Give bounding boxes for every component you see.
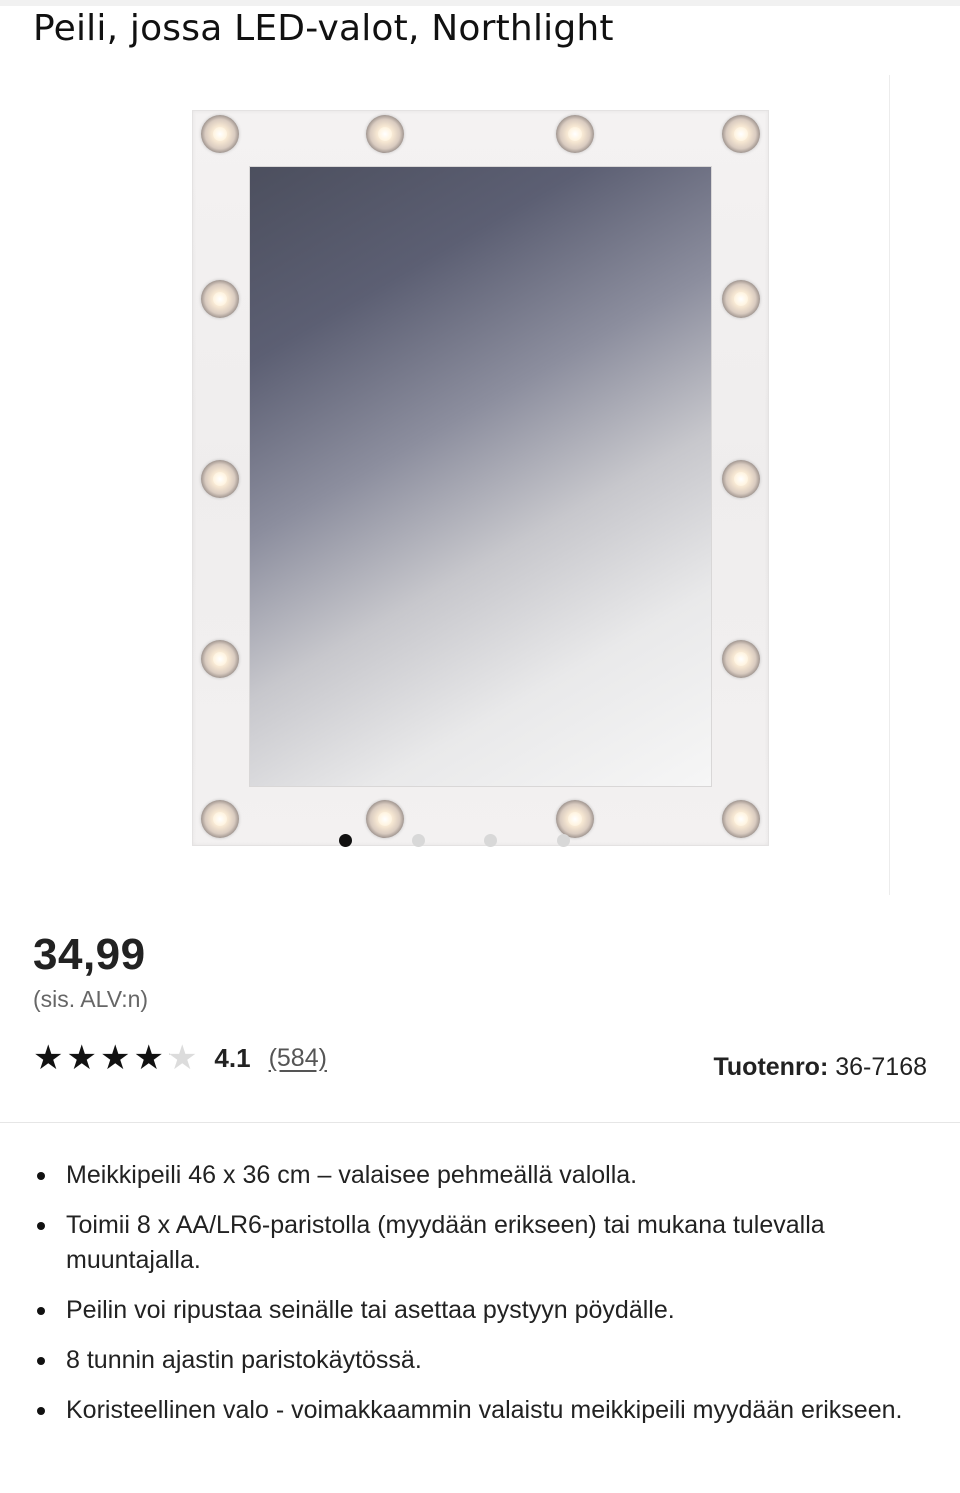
top-strip xyxy=(0,0,960,6)
rating: ★ ★ ★ ★ ★★ 4.1 (584) xyxy=(33,1040,327,1076)
star-filled-icon: ★ xyxy=(99,1038,131,1078)
list-item: Meikkipeili 46 x 36 cm – valaisee pehmeä… xyxy=(33,1158,913,1193)
list-item: Peilin voi ripustaa seinälle tai asettaa… xyxy=(33,1293,913,1328)
star-filled-icon: ★ xyxy=(133,1038,164,1078)
bulb xyxy=(201,800,239,838)
product-price: 34,99 xyxy=(33,930,146,979)
bulb xyxy=(722,800,760,838)
product-number-label: Tuotenro: xyxy=(713,1053,829,1081)
product-title: Peili, jossa LED-valot, Northlight xyxy=(33,8,614,49)
bulb xyxy=(556,115,594,153)
bulb xyxy=(201,115,239,153)
bulb xyxy=(722,280,760,318)
mirror-glass xyxy=(249,166,712,787)
product-number-value: 36-7168 xyxy=(835,1053,927,1081)
bulb xyxy=(201,460,239,498)
gallery-dot-3[interactable] xyxy=(484,834,497,847)
review-count-link[interactable]: (584) xyxy=(269,1044,327,1073)
bulb xyxy=(722,460,760,498)
list-item: Toimii 8 x AA/LR6-paristolla (myydään er… xyxy=(33,1208,913,1278)
gallery-dot-4[interactable] xyxy=(557,834,570,847)
bulb xyxy=(556,800,594,838)
list-item: Koristeellinen valo - voimakkaammin vala… xyxy=(33,1393,913,1428)
gallery-divider xyxy=(889,75,890,895)
section-divider xyxy=(0,1122,960,1123)
bulb xyxy=(201,280,239,318)
gallery-dot-1[interactable] xyxy=(339,834,352,847)
vat-note: (sis. ALV:n) xyxy=(33,986,149,1012)
star-filled-icon: ★ xyxy=(33,1038,64,1078)
star-partial-icon: ★★ xyxy=(166,1038,198,1078)
bulb xyxy=(366,115,404,153)
bulb xyxy=(201,640,239,678)
bulb xyxy=(366,800,404,838)
star-filled-icon: ★ xyxy=(66,1038,97,1078)
bulb xyxy=(722,115,760,153)
bulb xyxy=(722,640,760,678)
rating-stars: ★ ★ ★ ★ ★★ xyxy=(33,1040,200,1076)
gallery-dot-2[interactable] xyxy=(412,834,425,847)
rating-value: 4.1 xyxy=(214,1042,251,1073)
feature-list: Meikkipeili 46 x 36 cm – valaisee pehmeä… xyxy=(33,1158,913,1443)
product-number: Tuotenro: 36-7168 xyxy=(714,1053,928,1082)
product-image[interactable] xyxy=(192,110,769,846)
list-item: 8 tunnin ajastin paristokäytössä. xyxy=(33,1343,913,1378)
